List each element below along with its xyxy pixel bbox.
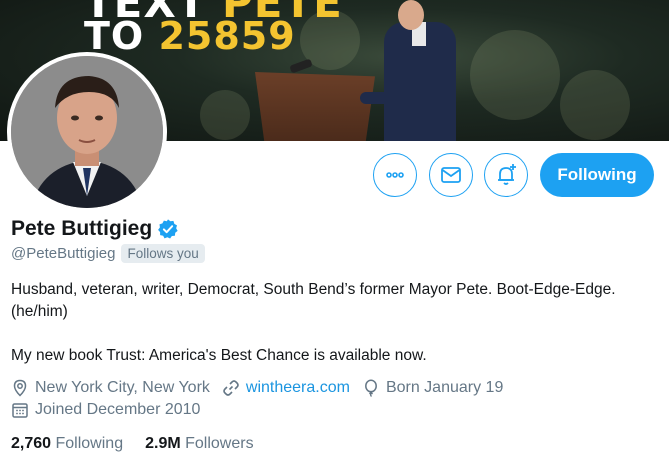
- balloon-icon: [364, 379, 377, 397]
- message-button[interactable]: [429, 153, 473, 197]
- location-item: New York City, New York: [11, 379, 210, 397]
- location-text: New York City, New York: [35, 379, 210, 396]
- bio-line: My new book Trust: America's Best Chance…: [11, 347, 427, 364]
- calendar-icon: [12, 403, 28, 418]
- profile-bio: Husband, veteran, writer, Democrat, Sout…: [11, 279, 651, 367]
- followers-stat[interactable]: 2.9M Followers: [145, 435, 254, 453]
- microphone: [289, 58, 313, 74]
- profile-meta: New York City, New York wintheera.com Bo…: [11, 377, 515, 421]
- podium: [255, 72, 375, 141]
- bell-plus-icon: [498, 164, 516, 185]
- banner-bokeh: [470, 30, 560, 120]
- bio-line: Husband, veteran, writer, Democrat, Sout…: [11, 281, 616, 320]
- handle-row: @PeteButtigieg Follows you: [11, 244, 205, 263]
- profile-handle: @PeteButtigieg: [11, 245, 116, 262]
- following-stat[interactable]: 2,760 Following: [11, 435, 123, 453]
- following-count: 2,760: [11, 435, 52, 452]
- mail-icon: [441, 167, 461, 183]
- website-link[interactable]: wintheera.com: [246, 379, 350, 397]
- birthday-item: Born January 19: [362, 379, 503, 397]
- followers-count: 2.9M: [145, 435, 181, 452]
- verified-badge-icon: [158, 219, 178, 239]
- following-button[interactable]: Following: [540, 153, 654, 197]
- link-icon: [223, 380, 239, 396]
- website-item[interactable]: wintheera.com: [222, 379, 350, 397]
- follows-you-badge: Follows you: [121, 244, 205, 263]
- banner-speaker-figure: [360, 0, 460, 141]
- profile-actions: Following: [0, 153, 669, 197]
- banner-headline-line2: TO 25859: [84, 14, 296, 58]
- joined-text: Joined December 2010: [35, 401, 201, 418]
- followers-label: Followers: [185, 435, 254, 452]
- banner-bokeh: [200, 90, 250, 140]
- following-label: Following: [55, 435, 124, 452]
- profile-name: Pete Buttigieg: [11, 217, 153, 240]
- birthday-text: Born January 19: [385, 379, 504, 396]
- joined-item: Joined December 2010: [11, 401, 200, 419]
- profile-name-row: Pete Buttigieg: [11, 217, 179, 241]
- location-pin-icon: [13, 379, 27, 397]
- follow-stats: 2,760 Following 2.9M Followers: [11, 435, 276, 453]
- banner-bokeh: [560, 70, 630, 140]
- ellipsis-icon: [386, 172, 404, 178]
- more-options-button[interactable]: [373, 153, 417, 197]
- notifications-button[interactable]: [484, 153, 528, 197]
